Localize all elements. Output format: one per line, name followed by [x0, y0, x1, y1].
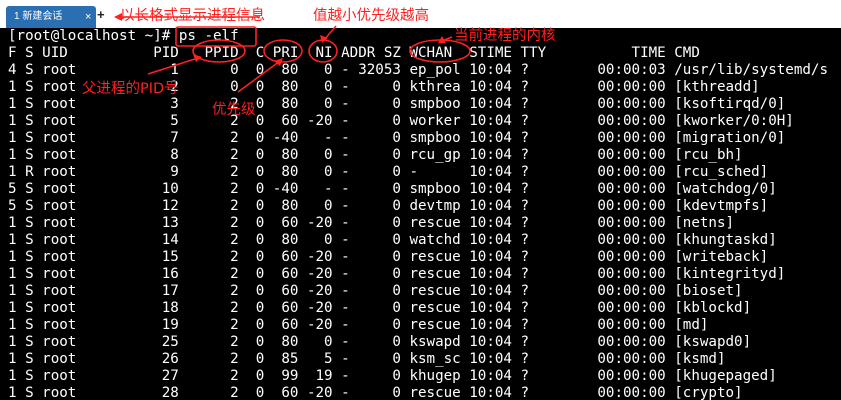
process-row: 1 S root 17 2 0 60 -20 - 0 rescue 10:04 … [8, 283, 743, 299]
process-row: 1 S root 8 2 0 80 0 - 0 rcu_gp 10:04 ? 0… [8, 147, 743, 163]
process-row: 1 R root 9 2 0 80 0 - 0 - 10:04 ? 00:00:… [8, 164, 769, 180]
process-row: 5 S root 10 2 0 -40 - - 0 smpboo 10:04 ?… [8, 181, 777, 197]
process-row: 1 S root 3 2 0 80 0 - 0 smpboo 10:04 ? 0… [8, 96, 786, 112]
process-row: 1 S root 13 2 0 60 -20 - 0 rescue 10:04 … [8, 215, 735, 231]
process-row: 1 S root 15 2 0 60 -20 - 0 rescue 10:04 … [8, 249, 769, 265]
process-row: 1 S root 25 2 0 80 0 - 0 kswapd 10:04 ? … [8, 334, 752, 350]
add-tab-icon[interactable]: + [97, 8, 105, 22]
process-row: 1 S root 19 2 0 60 -20 - 0 rescue 10:04 … [8, 317, 709, 333]
process-row: 1 S root 27 2 0 99 19 - 0 khugep 10:04 ?… [8, 368, 777, 384]
command-line: [root@localhost ~]# ps -elf [8, 28, 239, 44]
process-row: 1 S root 14 2 0 80 0 - 0 watchd 10:04 ? … [8, 232, 777, 248]
process-row: 5 S root 12 2 0 80 0 - 0 devtmp 10:04 ? … [8, 198, 769, 214]
process-row: 1 S root 7 2 0 -40 - - 0 smpboo 10:04 ? … [8, 130, 786, 146]
process-row: 1 S root 18 2 0 60 -20 - 0 rescue 10:04 … [8, 300, 752, 316]
annotation-nice-priority: 值越小优先级越高 [313, 8, 429, 24]
process-row: 1 S root 16 2 0 60 -20 - 0 rescue 10:04 … [8, 266, 786, 282]
process-row: 1 S root 28 2 0 60 -20 - 0 rescue 10:04 … [8, 385, 743, 400]
process-row: 1 S root 5 2 0 60 -20 - 0 worker 10:04 ?… [8, 113, 794, 129]
process-row: 4 S root 1 0 0 80 0 - 32053 ep_pol 10:04… [8, 62, 828, 78]
close-tab-icon[interactable]: × [85, 6, 91, 28]
annotation-parent-pid: 父进程的PID号 [82, 81, 179, 97]
table-header: F S UID PID PPID C PRI NI ADDR SZ WCHAN … [8, 45, 700, 61]
process-row: 1 S root 26 2 0 85 5 - 0 ksm_sc 10:04 ? … [8, 351, 726, 367]
tab-session-1[interactable]: 1 新建会话 × [6, 6, 96, 28]
annotation-long-format: 以长格式显示进程信息 [120, 8, 265, 24]
tab-label: 1 新建会话 [14, 11, 63, 22]
annotation-priority: 优先级 [212, 102, 256, 118]
annotation-current-kernel: 当前进程的内核 [454, 28, 556, 44]
